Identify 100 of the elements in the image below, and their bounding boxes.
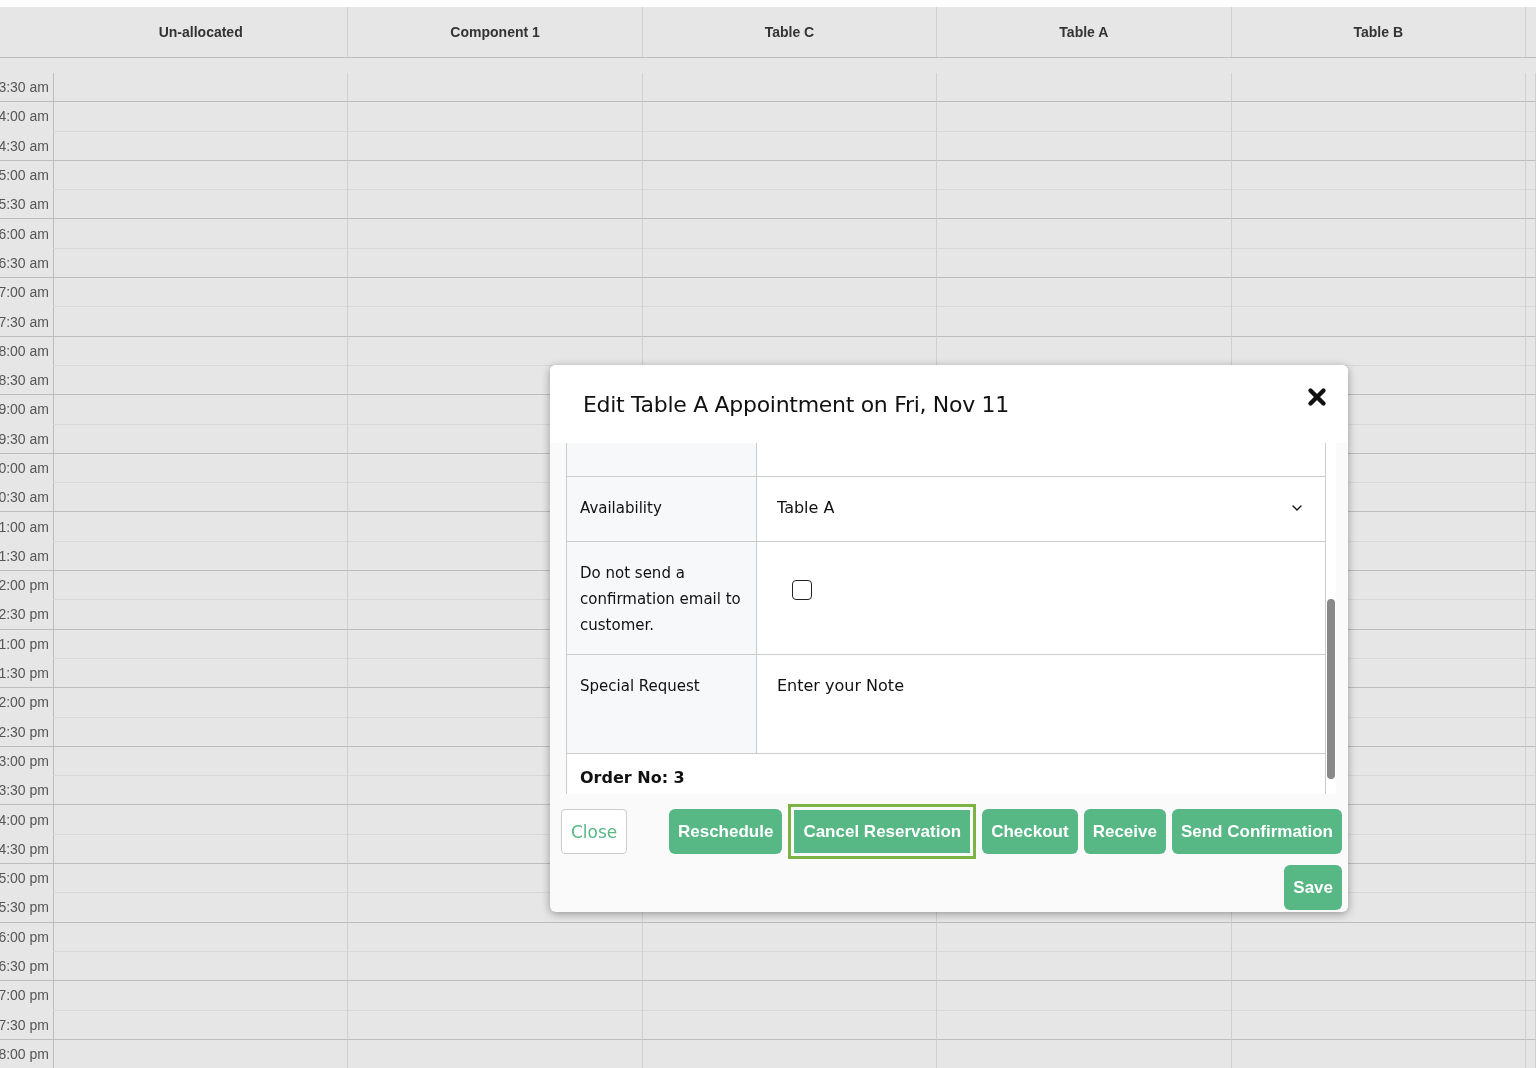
time-slot-cell[interactable] — [54, 834, 349, 864]
time-slot-cell[interactable] — [54, 1010, 349, 1040]
time-slot-cell[interactable] — [642, 190, 938, 220]
time-slot-cell[interactable] — [1231, 981, 1526, 1011]
time-slot-cell[interactable] — [54, 102, 349, 132]
close-button[interactable]: Close — [561, 809, 628, 854]
time-slot-cell[interactable] — [54, 746, 349, 777]
time-slot-cell[interactable] — [54, 160, 349, 191]
time-slot-cell[interactable] — [54, 190, 349, 220]
time-slot-cell[interactable] — [54, 776, 349, 806]
time-slot-cell[interactable] — [642, 981, 938, 1011]
time-slot-cell[interactable] — [54, 512, 349, 542]
time-slot-cell[interactable] — [642, 951, 938, 982]
time-slot-cell[interactable] — [1231, 160, 1526, 191]
time-slot-cell — [1525, 336, 1536, 366]
time-slot-cell[interactable] — [54, 131, 349, 161]
time-slot-cell[interactable] — [348, 981, 643, 1011]
time-slot-cell[interactable] — [54, 951, 349, 982]
time-slot-cell[interactable] — [642, 1010, 938, 1040]
action-button[interactable]: Receive — [1083, 809, 1166, 854]
time-slot-cell[interactable] — [937, 219, 1232, 249]
time-slot-cell[interactable] — [54, 717, 349, 747]
time-slot-cell — [1525, 131, 1536, 161]
action-button[interactable]: Cancel Reservation — [788, 804, 977, 859]
action-button[interactable]: Send Confirmation — [1171, 809, 1342, 854]
time-slot-cell[interactable] — [54, 805, 349, 835]
action-button[interactable]: Checkout — [982, 809, 1078, 854]
time-slot-cell[interactable] — [54, 981, 349, 1011]
time-slot-cell[interactable] — [54, 424, 349, 454]
time-slot-cell[interactable] — [1231, 307, 1526, 337]
time-slot-cell[interactable] — [348, 278, 643, 308]
time-slot-cell[interactable] — [937, 307, 1232, 337]
time-slot-cell[interactable] — [642, 160, 938, 191]
time-slot-cell[interactable] — [54, 395, 349, 425]
time-slot-cell[interactable] — [348, 160, 643, 191]
time-slot-cell[interactable] — [54, 658, 349, 689]
time-slot-cell[interactable] — [348, 307, 643, 337]
time-slot-cell[interactable] — [54, 541, 349, 572]
time-slot-cell[interactable] — [54, 922, 349, 952]
time-slot-cell[interactable] — [54, 483, 349, 513]
time-label: 9:00 am — [0, 395, 54, 425]
time-slot-cell[interactable] — [642, 307, 938, 337]
time-slot-cell[interactable] — [54, 73, 349, 103]
time-slot-cell[interactable] — [348, 131, 643, 161]
time-slot-cell[interactable] — [54, 600, 349, 630]
time-slot-cell[interactable] — [348, 248, 643, 279]
time-slot-cell[interactable] — [642, 102, 938, 132]
time-slot-cell[interactable] — [937, 951, 1232, 982]
time-slot-cell[interactable] — [1231, 951, 1526, 982]
time-slot-cell[interactable] — [54, 893, 349, 923]
time-slot-cell[interactable] — [348, 73, 643, 103]
time-slot-cell[interactable] — [54, 248, 349, 279]
time-label: 7:30 pm — [0, 1010, 54, 1040]
time-slot-cell[interactable] — [54, 278, 349, 308]
time-slot-cell[interactable] — [1231, 1010, 1526, 1040]
time-slot-cell[interactable] — [1231, 190, 1526, 220]
time-slot-cell[interactable] — [1231, 922, 1526, 952]
time-slot-cell[interactable] — [937, 102, 1232, 132]
time-slot-cell[interactable] — [937, 131, 1232, 161]
scrollbar-thumb[interactable] — [1327, 599, 1335, 779]
time-slot-cell[interactable] — [937, 160, 1232, 191]
time-slot-cell[interactable] — [348, 102, 643, 132]
time-slot-cell[interactable] — [1231, 219, 1526, 249]
time-slot-cell[interactable] — [937, 248, 1232, 279]
time-slot-cell[interactable] — [54, 453, 349, 484]
save-button[interactable]: Save — [1284, 865, 1342, 910]
time-slot-cell[interactable] — [1231, 73, 1526, 103]
time-slot-cell[interactable] — [54, 571, 349, 601]
time-slot-cell[interactable] — [348, 219, 643, 249]
field-label: Do not send a confirmation email to customer. — [567, 542, 757, 654]
time-slot-cell[interactable] — [642, 219, 938, 249]
time-slot-cell[interactable] — [54, 219, 349, 249]
time-slot-cell[interactable] — [642, 278, 938, 308]
action-button[interactable]: Reschedule — [668, 809, 783, 854]
time-slot-cell[interactable] — [54, 688, 349, 718]
time-slot-cell[interactable] — [54, 629, 349, 659]
time-slot-cell[interactable] — [642, 73, 938, 103]
time-slot-cell[interactable] — [642, 922, 938, 952]
time-slot-cell[interactable] — [1231, 102, 1526, 132]
time-slot-cell[interactable] — [1231, 248, 1526, 279]
time-slot-cell[interactable] — [54, 336, 349, 366]
time-slot-cell[interactable] — [348, 1010, 643, 1040]
time-slot-cell[interactable] — [937, 278, 1232, 308]
time-slot-cell[interactable] — [54, 307, 349, 337]
time-slot-cell[interactable] — [937, 981, 1232, 1011]
time-slot-cell[interactable] — [54, 365, 349, 396]
time-slot-cell[interactable] — [937, 190, 1232, 220]
time-slot-cell[interactable] — [937, 922, 1232, 952]
time-slot-cell[interactable] — [937, 73, 1232, 103]
time-slot-cell[interactable] — [937, 1010, 1232, 1040]
time-slot-cell[interactable] — [1231, 278, 1526, 308]
time-slot-cell[interactable] — [348, 922, 643, 952]
time-slot-cell[interactable] — [348, 190, 643, 220]
availability-select[interactable]: Table A — [777, 495, 1305, 521]
checkbox[interactable] — [792, 580, 812, 600]
time-slot-cell[interactable] — [642, 131, 938, 161]
time-slot-cell[interactable] — [642, 248, 938, 279]
time-slot-cell[interactable] — [54, 864, 349, 894]
time-slot-cell[interactable] — [1231, 131, 1526, 161]
time-slot-cell[interactable] — [348, 951, 643, 982]
